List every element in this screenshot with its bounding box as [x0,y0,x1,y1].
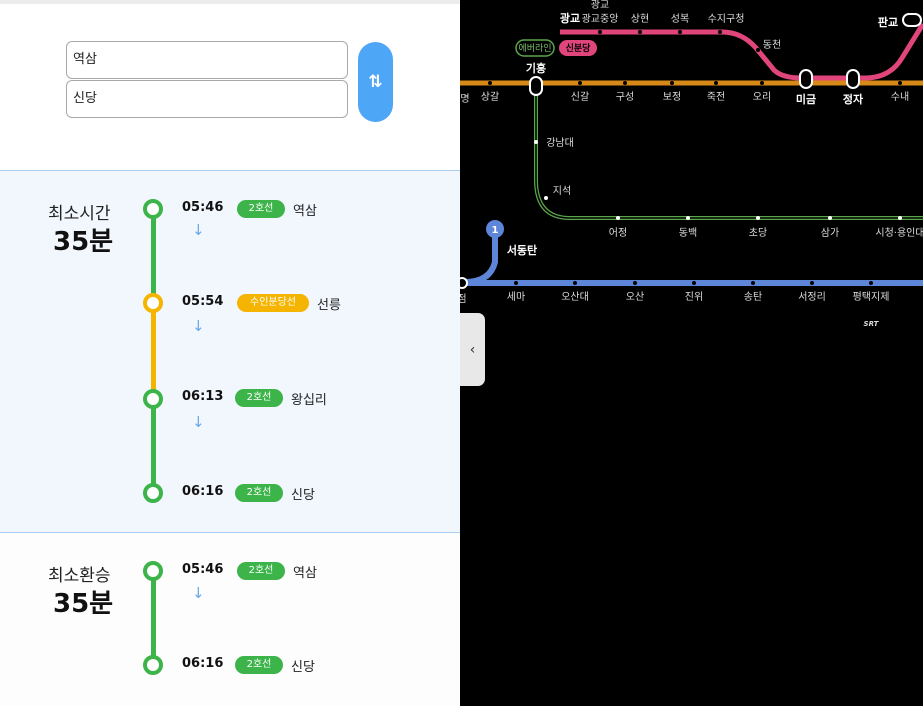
stop-name: 역삼 [293,204,317,219]
departure-input[interactable]: 역삼 [66,41,348,79]
station-label: 송탄 [744,291,762,303]
everline-tag: 에버라인 [518,43,551,54]
station-label-jeongja: 정자 [843,92,864,106]
route-duration: 35분 [53,227,114,257]
station-label: 상갈 [481,90,499,103]
station-label: 죽전 [707,91,725,103]
chevron-left-icon: ‹ [469,341,476,358]
shinbundang-line [560,22,923,81]
line1-number: 1 [492,225,499,236]
line-badge: 2호선 [235,484,283,502]
station-label: 오산대 [561,291,589,303]
stop-time: 06:13 [182,389,224,404]
stop-name: 역삼 [293,566,317,581]
line-badge: 2호선 [235,656,283,674]
station-label: 동천 [763,39,781,51]
station-label: 성복 [671,13,689,25]
station-label-gwanggyo-cut: 광교 [591,0,609,11]
route-duration: 35분 [53,589,114,619]
station-label: 강남대 [546,137,574,149]
stop-name: 왕십리 [291,393,327,408]
station-label: 지석 [553,185,571,197]
everline-outer [534,90,923,220]
stop-node [143,389,163,409]
station-label: 시청·용인대 [875,227,923,239]
panel-top-border [0,0,460,4]
subway-map[interactable]: 에버라인 신분당 1 광교 광교 광교중앙 상현 성복 수지구청 동천 판교 기… [460,0,923,706]
station-label-cut: 점 [460,293,467,305]
srt-logo: SRT [864,320,880,328]
route-card-fewest-transfers[interactable]: 최소환승 35분 05:46 2호선 역삼 ↓ 06:16 2호선 신당 [0,533,460,706]
line-badge: 수인분당선 [237,294,309,312]
station-label: 보정 [663,91,681,103]
line-segment-line2 [151,571,156,665]
stop-name: 신당 [291,488,315,503]
stop-time: 05:46 [182,200,224,215]
everline-inner [535,90,923,219]
station-label: 상현 [631,13,649,25]
station-label-cut: 명 [460,93,469,105]
arrival-input[interactable]: 신당 [66,80,348,118]
station-label: 초당 [749,227,767,239]
station-label: 구성 [616,91,634,103]
stop-node [143,561,163,581]
shinbundang-tag: 신분당 [566,42,592,54]
stop-time: 06:16 [182,484,224,499]
stop-name: 선릉 [317,298,341,313]
subway-map-canvas: 에버라인 신분당 1 광교 광교 광교중앙 상현 성복 수지구청 동천 판교 기… [460,0,923,328]
station-label: 진위 [685,290,703,303]
station-label: 신갈 [571,90,589,103]
station-label-gwanggyo: 광교 [560,12,580,25]
stop-time: 06:16 [182,656,224,671]
station-label: 세마 [507,291,525,303]
station-label: 수내 [891,91,909,103]
stop-node [143,483,163,503]
line-badge: 2호선 [237,200,285,218]
down-arrow-icon: ↓ [192,221,205,239]
station-label: 오리 [753,91,771,103]
down-arrow-icon: ↓ [192,317,205,335]
down-arrow-icon: ↓ [192,413,205,431]
stop-time: 05:46 [182,562,224,577]
station-label: 서정리 [798,291,826,303]
app-root: 역삼 신당 ⇅ 최소시간 35분 05:46 2호선 역삼 ↓ 05:54 수인… [0,0,923,706]
line-segment-line2 [151,399,156,493]
station-label: 광교중앙 [582,13,619,25]
station-label: 평택지제 [853,291,890,303]
swap-stations-button[interactable]: ⇅ [358,42,393,122]
station-label-pangyo: 판교 [878,15,898,29]
station-label-migeum: 미금 [796,92,816,106]
stop-node [143,199,163,219]
route-panel: 역삼 신당 ⇅ 최소시간 35분 05:46 2호선 역삼 ↓ 05:54 수인… [0,0,460,706]
line-segment-line2 [151,209,156,303]
line-badge: 2호선 [235,389,283,407]
stop-node [143,655,163,675]
route-card-fastest[interactable]: 최소시간 35분 05:46 2호선 역삼 ↓ 05:54 수인분당선 선릉 ↓… [0,170,460,533]
line1-branch [460,230,498,285]
station-label: 오산 [626,291,644,303]
stop-node [143,293,163,313]
station-label: 삼가 [821,227,839,239]
green-station-dots [534,140,902,220]
stop-name: 신당 [291,660,315,675]
station-label: 동백 [679,227,697,239]
station-label: 어정 [609,227,627,239]
line-badge: 2호선 [237,562,285,580]
collapse-panel-button[interactable]: ‹ [460,313,485,386]
station-label: 수지구청 [708,13,745,25]
stop-time: 05:54 [182,294,224,309]
down-arrow-icon: ↓ [192,584,205,602]
station-label-giheung: 기흥 [526,61,546,75]
station-label-seodongtan: 서동탄 [507,243,537,257]
swap-icon: ⇅ [368,72,383,92]
line-segment-suin-bundang [151,303,156,399]
